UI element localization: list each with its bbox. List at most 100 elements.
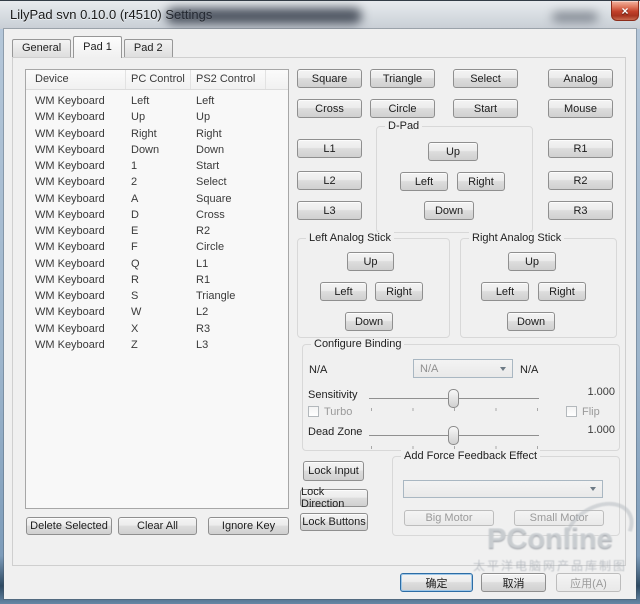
sensitivity-label: Sensitivity	[308, 389, 358, 401]
right-stick-left-button[interactable]: Left	[481, 282, 529, 301]
l1-button[interactable]: L1	[297, 139, 362, 158]
r3-button[interactable]: R3	[548, 201, 613, 220]
deadzone-ticks	[371, 446, 538, 449]
left-stick-right-button[interactable]: Right	[375, 282, 423, 301]
delete-selected-button[interactable]: Delete Selected	[26, 517, 112, 535]
table-row[interactable]: WM KeyboardDownDown	[26, 142, 288, 158]
dropdown-arrow-icon	[500, 367, 506, 371]
table-row[interactable]: WM KeyboardLeftLeft	[26, 93, 288, 109]
triangle-button[interactable]: Triangle	[370, 69, 435, 88]
l3-button[interactable]: L3	[297, 201, 362, 220]
bindings-list[interactable]: Device PC Control PS2 Control WM Keyboar…	[25, 69, 289, 509]
dialog-body: General Pad 1 Pad 2 Device PC Control PS…	[4, 29, 636, 599]
titlebar-blur-smudge-small	[552, 12, 598, 22]
titlebar[interactable]: LilyPad svn 0.10.0 (r4510) Settings ×	[0, 1, 640, 29]
deadzone-label: Dead Zone	[308, 426, 362, 438]
binding-device-value: N/A	[309, 364, 327, 376]
tab-pad-1[interactable]: Pad 1	[73, 36, 122, 58]
right-stick-down-button[interactable]: Down	[507, 312, 555, 331]
sensitivity-slider-thumb[interactable]	[448, 389, 459, 408]
right-analog-stick-group: Right Analog Stick Up Left Right Down	[460, 238, 617, 338]
cancel-button[interactable]: 取消	[481, 573, 546, 592]
r1-button[interactable]: R1	[548, 139, 613, 158]
force-feedback-group: Add Force Feedback Effect Big Motor Smal…	[392, 456, 620, 536]
column-header-ps2-control[interactable]: PS2 Control	[191, 70, 266, 89]
table-row[interactable]: WM KeyboardER2	[26, 223, 288, 239]
dpad-left-button[interactable]: Left	[400, 172, 448, 191]
dpad-up-button[interactable]: Up	[428, 142, 478, 161]
table-row[interactable]: WM KeyboardRightRight	[26, 126, 288, 142]
table-row[interactable]: WM Keyboard1Start	[26, 158, 288, 174]
configure-binding-group: Configure Binding N/A N/A N/A Sensitivit…	[302, 344, 620, 451]
left-analog-stick-group: Left Analog Stick Up Left Right Down	[297, 238, 450, 338]
table-row[interactable]: WM KeyboardFCircle	[26, 239, 288, 255]
turbo-checkbox-label: Turbo	[324, 406, 352, 418]
left-stick-down-button[interactable]: Down	[345, 312, 393, 331]
lock-buttons-button[interactable]: Lock Buttons	[300, 513, 368, 531]
column-header-pc-control[interactable]: PC Control	[126, 70, 191, 89]
binding-combo[interactable]: N/A	[413, 359, 513, 378]
left-stick-up-button[interactable]: Up	[347, 252, 394, 271]
dpad-right-button[interactable]: Right	[457, 172, 505, 191]
turbo-checkbox[interactable]	[308, 406, 319, 417]
binding-combo-value: N/A	[420, 363, 500, 375]
close-button[interactable]: ×	[611, 1, 639, 21]
column-header-device[interactable]: Device	[26, 70, 126, 89]
deadzone-value: 1.000	[575, 424, 615, 436]
table-row[interactable]: WM KeyboardRR1	[26, 272, 288, 288]
select-button[interactable]: Select	[453, 69, 518, 88]
mouse-button[interactable]: Mouse	[548, 99, 613, 118]
big-motor-button[interactable]: Big Motor	[404, 510, 494, 526]
dpad-group-title: D-Pad	[385, 120, 422, 132]
table-row[interactable]: WM KeyboardWL2	[26, 304, 288, 320]
pad1-tab-panel: Device PC Control PS2 Control WM Keyboar…	[12, 57, 626, 566]
ignore-key-button[interactable]: Ignore Key	[208, 517, 289, 535]
square-button[interactable]: Square	[297, 69, 362, 88]
cross-button[interactable]: Cross	[297, 99, 362, 118]
table-row[interactable]: WM KeyboardUpUp	[26, 109, 288, 125]
sensitivity-ticks	[371, 408, 538, 411]
table-row[interactable]: WM KeyboardASquare	[26, 191, 288, 207]
apply-button[interactable]: 应用(A)	[556, 573, 621, 592]
column-header-empty[interactable]	[266, 70, 288, 89]
table-row[interactable]: WM Keyboard2Select	[26, 174, 288, 190]
close-icon: ×	[621, 5, 628, 17]
flip-checkbox-label: Flip	[582, 406, 600, 418]
bindings-rows: WM KeyboardLeftLeft WM KeyboardUpUp WM K…	[26, 90, 288, 353]
l2-button[interactable]: L2	[297, 171, 362, 190]
deadzone-slider-thumb[interactable]	[448, 426, 459, 445]
tab-general[interactable]: General	[12, 39, 71, 57]
small-motor-button[interactable]: Small Motor	[514, 510, 604, 526]
dpad-down-button[interactable]: Down	[424, 201, 474, 220]
clear-all-button[interactable]: Clear All	[118, 517, 197, 535]
force-feedback-combo[interactable]	[403, 480, 603, 498]
start-button[interactable]: Start	[453, 99, 518, 118]
dpad-group: D-Pad Up Left Right Down	[376, 126, 533, 233]
analog-button[interactable]: Analog	[548, 69, 613, 88]
ok-button[interactable]: 确定	[400, 573, 473, 592]
table-row[interactable]: WM KeyboardSTriangle	[26, 288, 288, 304]
circle-button[interactable]: Circle	[370, 99, 435, 118]
window: LilyPad svn 0.10.0 (r4510) Settings × Ge…	[0, 0, 640, 604]
right-stick-up-button[interactable]: Up	[508, 252, 556, 271]
lock-input-button[interactable]: Lock Input	[303, 461, 364, 481]
right-analog-stick-title: Right Analog Stick	[469, 232, 564, 244]
tab-pad-2[interactable]: Pad 2	[124, 39, 173, 57]
table-row[interactable]: WM KeyboardXR3	[26, 321, 288, 337]
tab-strip: General Pad 1 Pad 2	[12, 36, 175, 58]
lock-direction-button[interactable]: Lock Direction	[300, 489, 368, 507]
configure-binding-title: Configure Binding	[311, 338, 404, 350]
binding-control-value: N/A	[520, 364, 538, 376]
bindings-list-header: Device PC Control PS2 Control	[26, 70, 288, 90]
titlebar-blur-smudge	[166, 8, 362, 24]
table-row[interactable]: WM KeyboardZL3	[26, 337, 288, 353]
dropdown-arrow-icon	[590, 487, 596, 491]
table-row[interactable]: WM KeyboardQL1	[26, 256, 288, 272]
table-row[interactable]: WM KeyboardDCross	[26, 207, 288, 223]
left-analog-stick-title: Left Analog Stick	[306, 232, 394, 244]
left-stick-left-button[interactable]: Left	[320, 282, 367, 301]
r2-button[interactable]: R2	[548, 171, 613, 190]
flip-checkbox[interactable]	[566, 406, 577, 417]
right-stick-right-button[interactable]: Right	[538, 282, 586, 301]
force-feedback-title: Add Force Feedback Effect	[401, 450, 540, 462]
